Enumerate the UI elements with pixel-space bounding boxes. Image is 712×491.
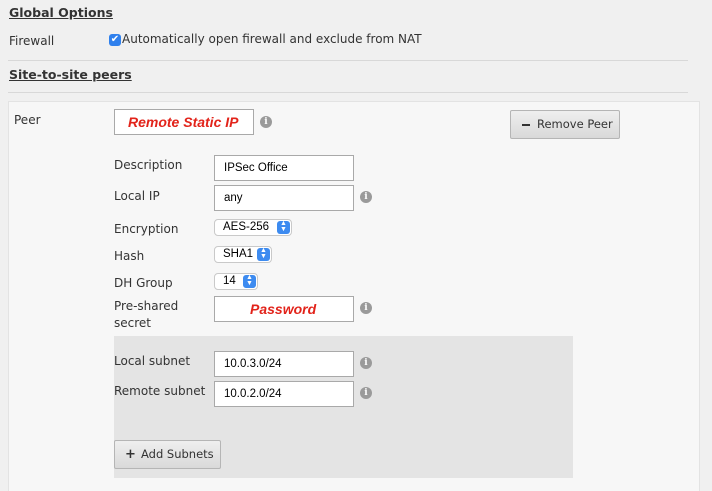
plus-icon: + bbox=[125, 447, 136, 462]
hash-label: Hash bbox=[114, 249, 145, 263]
hash-select[interactable]: SHA1 ▲ ▼ bbox=[214, 246, 272, 263]
divider bbox=[8, 92, 688, 93]
minus-icon bbox=[522, 124, 530, 126]
remote-subnet-label: Remote subnet bbox=[114, 384, 206, 398]
local-ip-info-icon[interactable]: i bbox=[360, 191, 372, 203]
firewall-checkbox[interactable]: ✔ bbox=[109, 34, 121, 46]
local-ip-label: Local IP bbox=[114, 189, 160, 203]
psk-input[interactable]: Password bbox=[214, 296, 354, 322]
firewall-label: Firewall bbox=[9, 34, 55, 48]
global-options-title: Global Options bbox=[9, 5, 113, 20]
chevron-updown-icon: ▲ ▼ bbox=[257, 247, 270, 261]
add-subnets-button[interactable]: + Add Subnets bbox=[114, 440, 221, 469]
encryption-label: Encryption bbox=[114, 222, 179, 236]
local-subnet-input[interactable]: 10.0.3.0/24 bbox=[214, 351, 354, 377]
description-label: Description bbox=[114, 158, 183, 172]
dh-group-label: DH Group bbox=[114, 276, 173, 290]
encryption-select[interactable]: AES-256 ▲ ▼ bbox=[214, 219, 292, 236]
divider bbox=[8, 60, 688, 61]
remove-peer-label: Remove Peer bbox=[537, 117, 613, 131]
dh-group-value: 14 bbox=[223, 275, 236, 287]
local-subnet-label: Local subnet bbox=[114, 354, 191, 368]
remote-subnet-input[interactable]: 10.0.2.0/24 bbox=[214, 381, 354, 407]
peer-info-icon[interactable]: i bbox=[260, 116, 272, 128]
checkmark-icon: ✔ bbox=[110, 34, 120, 45]
remote-subnet-info-icon[interactable]: i bbox=[360, 387, 372, 399]
peer-input[interactable]: Remote Static IP bbox=[114, 109, 254, 135]
psk-info-icon[interactable]: i bbox=[360, 302, 372, 314]
firewall-checkbox-label[interactable]: Automatically open firewall and exclude … bbox=[122, 32, 422, 46]
hash-value: SHA1 bbox=[223, 248, 254, 260]
local-subnet-info-icon[interactable]: i bbox=[360, 357, 372, 369]
site-to-site-title: Site-to-site peers bbox=[9, 67, 132, 82]
peer-label: Peer bbox=[14, 113, 41, 127]
dh-group-select[interactable]: 14 ▲ ▼ bbox=[214, 273, 258, 290]
psk-value: Password bbox=[250, 301, 317, 317]
psk-label-line1: Pre-shared bbox=[114, 299, 179, 313]
chevron-updown-icon: ▲ ▼ bbox=[277, 220, 290, 234]
description-input[interactable]: IPSec Office bbox=[214, 155, 354, 181]
peer-value: Remote Static IP bbox=[128, 114, 239, 130]
psk-label-line2: secret bbox=[114, 316, 151, 330]
local-ip-input[interactable]: any bbox=[214, 185, 354, 211]
add-subnets-label: Add Subnets bbox=[141, 447, 214, 461]
remove-peer-button[interactable]: Remove Peer bbox=[510, 110, 620, 139]
encryption-value: AES-256 bbox=[223, 221, 270, 233]
chevron-updown-icon: ▲ ▼ bbox=[243, 274, 256, 288]
